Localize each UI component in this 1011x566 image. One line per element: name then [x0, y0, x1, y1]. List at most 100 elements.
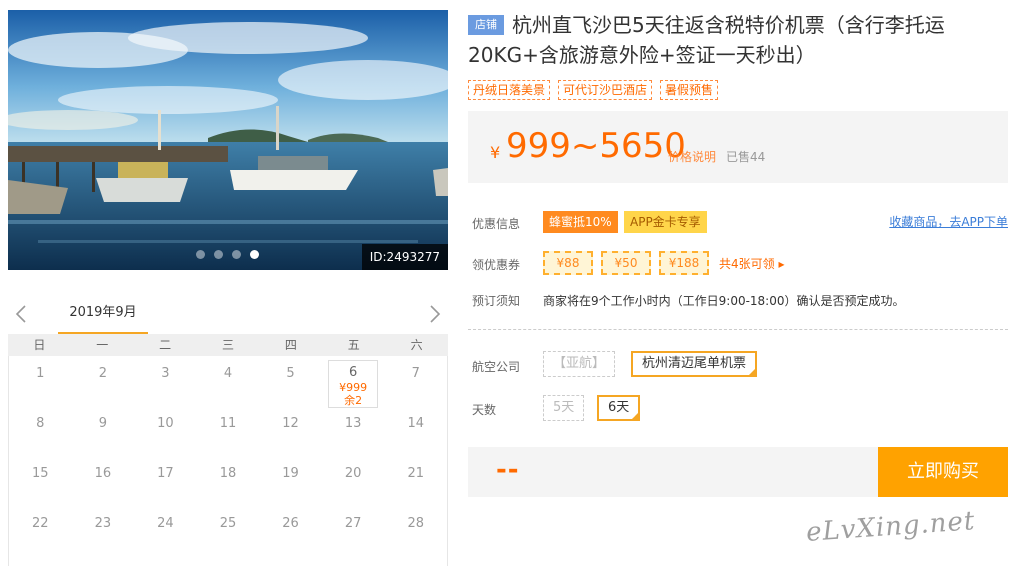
booking-label: 预订须知 [472, 294, 521, 308]
airline-option-selected[interactable]: 杭州清迈尾单机票 ✓ [631, 351, 758, 377]
price-calendar: 2019年9月 日一二三四五六 1 2 3 4 5 6 ¥999 余2 7 8 9 10 11 12 13 1… [8, 298, 448, 566]
calendar-month: 2019年9月 [58, 298, 148, 334]
calendar-day-available[interactable]: 6 ¥999 余2 [322, 356, 385, 408]
day-number: 11 [219, 416, 237, 431]
calendar-day: 28 [384, 506, 447, 556]
check-icon: ✓ [748, 367, 756, 376]
calendar-day: 13 [322, 406, 385, 456]
promo-badge: 蜂蜜抵10% [543, 211, 618, 233]
product-tag: 暑假预售 [660, 80, 719, 100]
day-number: 19 [282, 466, 299, 481]
carousel-dot[interactable] [214, 250, 223, 259]
coupon[interactable]: ¥50 [601, 251, 651, 275]
price-currency: ¥ [490, 143, 501, 162]
day-price-box[interactable]: 6 ¥999 余2 [327, 360, 379, 408]
carousel-dot[interactable] [232, 250, 241, 259]
airline-option[interactable]: 【亚航】 [543, 351, 616, 377]
day-number: 2 [98, 366, 107, 381]
calendar-day: 7 [384, 356, 447, 406]
day-number: 14 [407, 416, 424, 431]
day-number: 13 [344, 416, 362, 431]
calendar-day: 19 [259, 456, 322, 506]
product-tag: 可代订沙巴酒店 [558, 80, 653, 100]
days-label: 天数 [472, 403, 497, 417]
weekday-label: 三 [221, 338, 234, 352]
calendar-day: 26 [259, 506, 322, 556]
calendar-day: 1 [9, 356, 72, 406]
sold-count: 已售44 [726, 150, 766, 164]
calendar-day: 2 [72, 356, 135, 406]
calendar-day: 27 [322, 506, 385, 556]
day-number: 10 [157, 416, 174, 431]
photo-id-label: ID:2493277 [361, 244, 448, 270]
calendar-day: 12 [259, 406, 322, 456]
price-range: 999~5650 [506, 126, 686, 166]
day-number: 25 [219, 516, 237, 531]
calendar-day: 5 [259, 356, 322, 406]
price-note-link[interactable]: 价格说明 [668, 148, 716, 165]
day-number: 16 [94, 466, 112, 481]
coupon-list: ¥88 ¥50 ¥188 共4张可领 ▸ [543, 251, 784, 275]
calendar-weekdays: 日一二三四五六 [8, 334, 448, 356]
app-order-link[interactable]: 收藏商品，去APP下单 [889, 213, 1008, 230]
booking-notice: 商家将在9个工作小时内（工作日9:00-18:00）确认是否预定成功。 [543, 294, 905, 308]
calendar-day: 25 [197, 506, 260, 556]
day-number: 23 [94, 516, 112, 531]
day-number: 5 [286, 366, 295, 381]
calendar-day: 10 [134, 406, 197, 456]
days-option[interactable]: 5天 [543, 395, 585, 421]
calendar-day: 3 [134, 356, 197, 406]
day-number: 24 [157, 516, 174, 531]
day-number: 27 [344, 516, 362, 531]
chevron-right-icon[interactable] [424, 304, 444, 324]
divider [468, 329, 1008, 330]
coupon-more-link[interactable]: 共4张可领 ▸ [719, 255, 784, 272]
calendar-day: 8 [9, 406, 72, 456]
days-option-selected[interactable]: 6天 ✓ [597, 395, 641, 421]
store-badge[interactable]: 店铺 [468, 15, 504, 35]
coupon[interactable]: ¥188 [659, 251, 709, 275]
day-number: 4 [223, 366, 233, 381]
product-title: 杭州直飞沙巴5天往返含税特价机票（含行李托运20KG+含旅游意外险+签证一天秒出… [468, 13, 945, 67]
carousel-dots [196, 250, 259, 259]
coupon-label: 领优惠券 [472, 258, 521, 272]
day-number: 18 [219, 466, 237, 481]
chevron-left-icon[interactable] [12, 304, 32, 324]
day-price: ¥999 [339, 381, 368, 394]
day-number: 20 [344, 466, 362, 481]
watermark-logo: eLvXing.net [805, 506, 977, 548]
weekday-label: 一 [96, 338, 109, 352]
carousel-dot[interactable] [196, 250, 205, 259]
calendar-day: 20 [322, 456, 385, 506]
product-tags: 丹绒日落美景 可代订沙巴酒店 暑假预售 [468, 80, 719, 100]
coupon[interactable]: ¥88 [543, 251, 593, 275]
day-number: 28 [407, 516, 424, 531]
calendar-day: 15 [9, 456, 72, 506]
calendar-day: 4 [197, 356, 260, 406]
weekday-label: 五 [347, 338, 360, 352]
calendar-day: 11 [197, 406, 260, 456]
calendar-day: 16 [72, 456, 135, 506]
carousel-dot-active[interactable] [250, 250, 259, 259]
day-number: 12 [282, 416, 299, 431]
days-option-label: 6天 [608, 400, 630, 415]
calendar-day: 21 [384, 456, 447, 506]
day-number: 17 [157, 466, 174, 481]
day-number: 22 [32, 516, 49, 531]
calendar-day: 14 [384, 406, 447, 456]
weekday-label: 日 [33, 338, 46, 352]
product-photo[interactable]: ID:2493277 [8, 10, 448, 270]
promo-badge: APP金卡专享 [624, 211, 707, 233]
day-number: 1 [36, 366, 45, 381]
weekday-label: 四 [284, 338, 297, 352]
day-number: 6 [348, 365, 358, 380]
day-number: 8 [36, 416, 45, 431]
buy-now-button[interactable]: 立即购买 [878, 447, 1008, 497]
calendar-day: 23 [72, 506, 135, 556]
calendar-days: 1 2 3 4 5 6 ¥999 余2 7 8 9 10 11 12 13 14 15 16 17 18 19 20 21 2… [8, 356, 448, 566]
day-number: 15 [32, 466, 49, 481]
airline-label: 航空公司 [472, 360, 521, 374]
calendar-day: 9 [72, 406, 135, 456]
product-page: ID:2493277 2019年9月 日一二三四五六 1 2 3 4 5 6 ¥999 余2 7… [0, 0, 1011, 566]
day-number: 7 [411, 366, 420, 381]
